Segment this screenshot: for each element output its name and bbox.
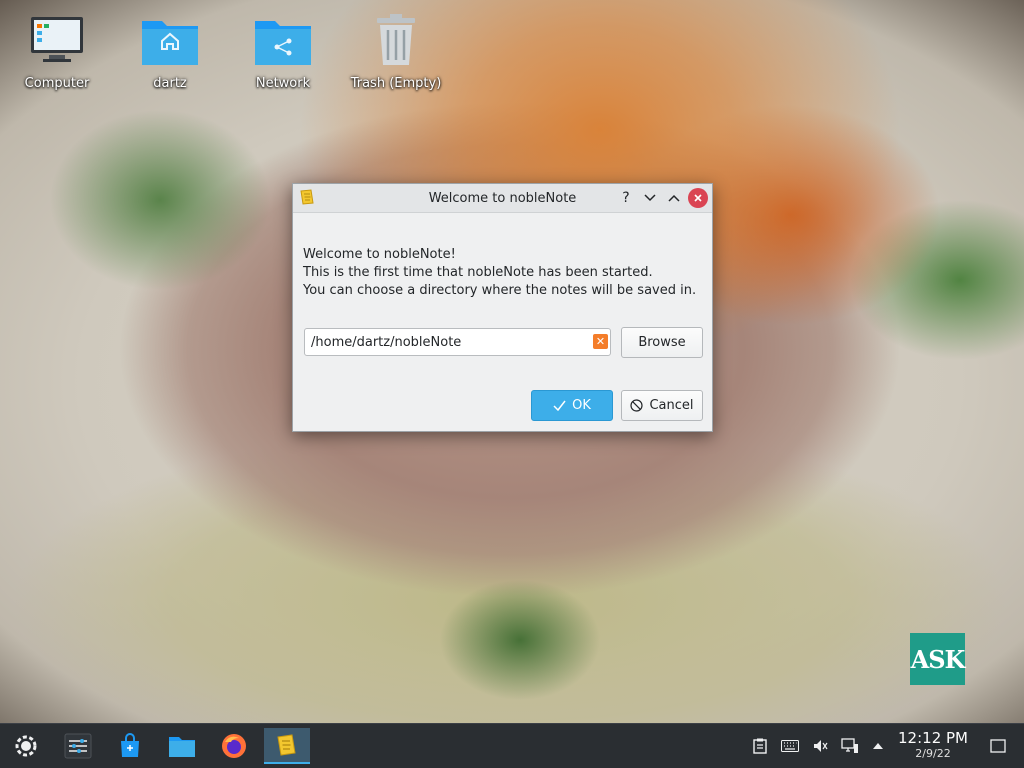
volume-tray-button[interactable] [810,736,830,756]
discover-store-icon [121,733,139,757]
cancel-button[interactable]: Cancel [621,390,703,421]
home-folder-icon [120,8,220,72]
desktop-icon-label: Trash (Empty) [350,76,442,91]
application-launcher-button[interactable] [6,728,46,764]
desktop-icon-network[interactable]: Network [233,8,333,91]
ok-button[interactable]: OK [531,390,613,421]
expand-tray-icon [873,743,883,749]
ask-watermark-logo: ASK [910,633,965,685]
chevron-up-icon [668,194,680,202]
clear-input-icon[interactable]: ✕ [593,334,608,349]
welcome-dialog: Welcome to nobleNote ? Welcome to nobleN… [292,183,713,432]
minimize-button[interactable] [640,188,660,208]
checkmark-icon [553,400,566,411]
firefox-button[interactable] [214,728,254,764]
keyboard-icon [781,740,799,752]
cancel-label: Cancel [649,398,694,413]
application-launcher-icon [15,735,37,757]
close-icon [694,194,702,202]
welcome-message: Welcome to nobleNote! This is the first … [303,246,696,300]
file-manager-button[interactable] [162,728,202,764]
network-icon [841,738,858,753]
noblenote-icon [277,734,296,756]
noblenote-task-button[interactable] [264,728,310,764]
help-button[interactable]: ? [616,188,636,208]
discover-store-button[interactable] [110,728,150,764]
directory-path-input[interactable] [304,328,611,356]
noblenote-app-icon [298,188,316,210]
message-line: You can choose a directory where the not… [303,283,697,298]
clipboard-tray-button[interactable] [750,736,770,756]
clock-date: 2/9/22 [915,747,951,760]
expand-tray-button[interactable] [868,736,888,756]
volume-muted-icon [814,740,828,752]
file-manager-icon [169,737,195,757]
clipboard-icon [753,738,767,754]
desktop-icon-label: Network [255,76,311,91]
desktop-icon-label: Computer [24,76,90,91]
settings-panel-button[interactable] [58,728,98,764]
desktop-icon-trash[interactable]: Trash (Empty) [346,8,446,91]
desktop-icon-label: dartz [153,76,187,91]
network-tray-button[interactable] [840,736,860,756]
chevron-down-icon [644,194,656,202]
network-folder-icon [233,8,333,72]
taskbar: 12:12 PM 2/9/22 [0,723,1024,768]
dialog-titlebar[interactable]: Welcome to nobleNote ? [293,184,712,213]
settings-panel-icon [64,733,92,759]
close-button[interactable] [688,188,708,208]
show-desktop-icon [990,739,1006,753]
browse-label: Browse [638,335,686,350]
ok-label: OK [572,398,591,413]
show-desktop-button[interactable] [988,736,1008,756]
message-line: This is the first time that nobleNote ha… [303,265,653,280]
desktop-icon-computer[interactable]: Computer [7,8,107,91]
keyboard-tray-button[interactable] [780,736,800,756]
trash-icon [346,8,446,72]
browse-button[interactable]: Browse [621,327,703,358]
maximize-button[interactable] [664,188,684,208]
desktop-icon-home[interactable]: dartz [120,8,220,91]
cancel-icon [630,399,644,412]
message-line: Welcome to nobleNote! [303,247,456,262]
digital-clock[interactable]: 12:12 PM 2/9/22 [898,729,968,760]
clock-time: 12:12 PM [898,729,968,747]
computer-icon [7,8,107,72]
firefox-icon [222,734,246,758]
